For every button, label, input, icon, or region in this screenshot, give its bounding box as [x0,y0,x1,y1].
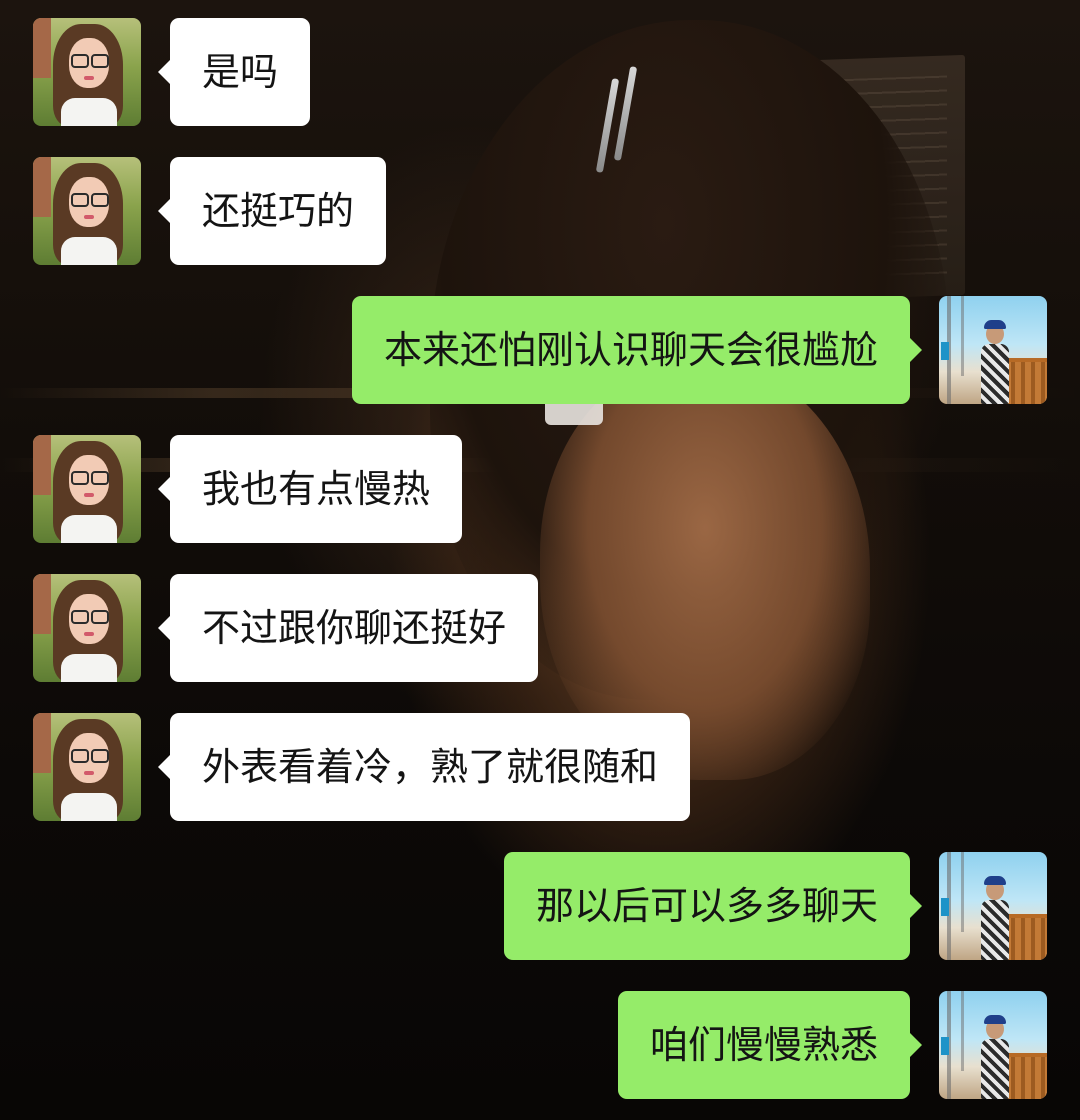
glasses-icon [71,749,109,763]
glasses-icon [71,54,109,68]
bubble-tail [158,60,170,84]
chat-message-list[interactable]: 是吗 还挺巧的 本来还怕刚认识聊天会很尴尬 我也有点慢热 不过跟你聊还挺好 外表… [0,0,1080,1120]
contact-avatar[interactable] [33,435,141,543]
contact-avatar[interactable] [33,157,141,265]
message-bubble[interactable]: 外表看着冷，熟了就很随和 [158,713,691,821]
contact-avatar[interactable] [33,574,141,682]
message-text: 还挺巧的 [202,189,355,233]
bubble-tail [910,1033,922,1057]
message-text: 那以后可以多多聊天 [535,884,878,928]
message-text: 咱们慢慢熟悉 [649,1023,878,1067]
message-text: 我也有点慢热 [202,467,431,511]
message-text: 本来还怕刚认识聊天会很尴尬 [383,328,878,372]
contact-avatar[interactable] [33,713,141,821]
message-bubble[interactable]: 本来还怕刚认识聊天会很尴尬 [351,296,922,404]
bubble-tail [158,199,170,223]
bubble-tail [910,338,922,362]
message-text: 外表看着冷，熟了就很随和 [202,745,659,789]
message-bubble[interactable]: 咱们慢慢熟悉 [617,991,922,1099]
message-bubble[interactable]: 不过跟你聊还挺好 [158,574,539,682]
bubble-tail [158,755,170,779]
message-text: 是吗 [202,50,279,94]
message-text: 不过跟你聊还挺好 [202,606,507,650]
message-bubble[interactable]: 我也有点慢热 [158,435,463,543]
message-bubble[interactable]: 那以后可以多多聊天 [503,852,922,960]
glasses-icon [71,471,109,485]
glasses-icon [71,193,109,207]
contact-avatar[interactable] [33,18,141,126]
my-avatar[interactable] [939,296,1047,404]
glasses-icon [71,610,109,624]
my-avatar[interactable] [939,852,1047,960]
bubble-tail [910,894,922,918]
bubble-tail [158,477,170,501]
message-bubble[interactable]: 是吗 [158,18,311,126]
my-avatar[interactable] [939,991,1047,1099]
bubble-tail [158,616,170,640]
message-bubble[interactable]: 还挺巧的 [158,157,387,265]
